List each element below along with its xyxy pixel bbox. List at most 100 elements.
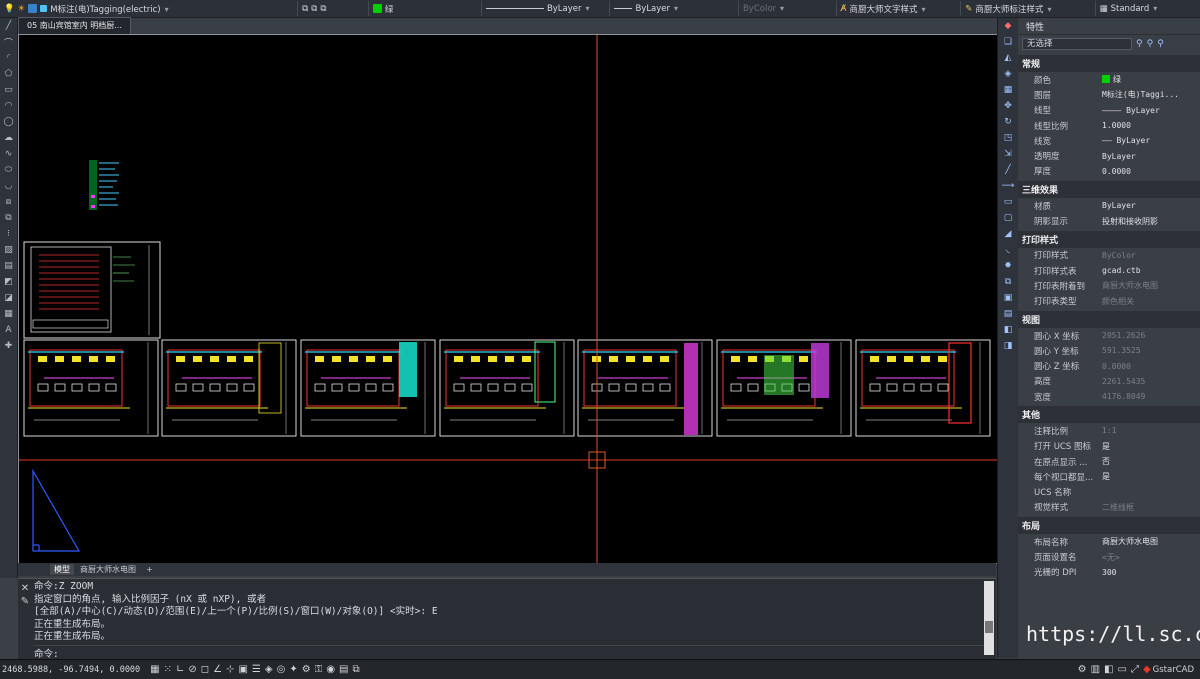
property-value[interactable]: 绿	[1102, 74, 1200, 85]
property-row[interactable]: 注释比例 1:1	[1018, 423, 1200, 438]
property-row[interactable]: 圆心 Z 坐标 0.0000	[1018, 358, 1200, 373]
property-row[interactable]: 圆心 X 坐标 2051.2626	[1018, 328, 1200, 343]
table-style-dropdown[interactable]: Standard	[1111, 4, 1158, 14]
anno-icon[interactable]: ✦	[289, 664, 297, 675]
spline-icon[interactable]: ∿	[0, 146, 17, 162]
property-value[interactable]: 1:1	[1102, 426, 1200, 435]
property-value[interactable]: 商厨大师水电图	[1102, 536, 1200, 547]
hardware-icon[interactable]: ▤	[339, 664, 348, 675]
property-value[interactable]: ByLayer	[1102, 152, 1200, 161]
section-title[interactable]: 其他	[1018, 406, 1200, 424]
stretch-icon[interactable]: ⇲	[998, 146, 1018, 162]
ortho-icon[interactable]: ∟	[176, 664, 184, 675]
property-row[interactable]: 打印表附着到 商厨大师水电图	[1018, 278, 1200, 293]
color-dropdown[interactable]: 绿	[385, 3, 394, 15]
layer-control[interactable]: 💡 ☀ M标注(电)Tagging(electric)	[0, 1, 299, 16]
dyn-icon[interactable]: ▣	[238, 664, 247, 675]
property-value[interactable]: ByColor	[1102, 251, 1200, 260]
document-tab[interactable]: 05 南山宾馆室内 明档厨...	[18, 17, 131, 34]
hatch-icon[interactable]: ▨	[0, 242, 17, 258]
property-value[interactable]: 2051.2626	[1102, 331, 1200, 340]
polygon-icon[interactable]: ⬠	[0, 66, 17, 82]
property-row[interactable]: 线型比例 1.0000	[1018, 118, 1200, 133]
add-selected-icon[interactable]: ✚	[0, 338, 17, 354]
text-style-dropdown[interactable]: 商厨大师文字样式	[849, 3, 925, 15]
erase-icon[interactable]: ◆	[998, 18, 1018, 34]
gradient-icon[interactable]: ▤	[0, 258, 17, 274]
property-value[interactable]: 4176.8049	[1102, 392, 1200, 401]
layer-properties-icon[interactable]: ⧉	[311, 4, 317, 14]
property-value[interactable]: gcad.ctb	[1102, 266, 1200, 275]
extend-icon[interactable]: ⟶	[998, 178, 1018, 194]
settings-icon[interactable]: ⚙	[1078, 664, 1087, 675]
rectangle-icon[interactable]: ▭	[0, 82, 17, 98]
property-value[interactable]: <无>	[1102, 552, 1200, 563]
property-row[interactable]: 圆心 Y 坐标 591.3525	[1018, 343, 1200, 358]
point-icon[interactable]: ⁝	[0, 226, 17, 242]
section-title[interactable]: 视图	[1018, 310, 1200, 328]
property-value[interactable]: M标注(电)Taggi...	[1102, 89, 1200, 100]
chamfer-icon[interactable]: ◢	[998, 226, 1018, 242]
fullscreen-icon[interactable]: ⤢	[1131, 664, 1139, 675]
section-title[interactable]: 布局	[1018, 517, 1200, 535]
properties-icon[interactable]: ▤	[998, 306, 1018, 322]
move-icon[interactable]: ✥	[998, 98, 1018, 114]
selection-dropdown[interactable]: 无选择	[1022, 38, 1132, 50]
section-title[interactable]: 打印样式	[1018, 230, 1200, 248]
osnap-icon[interactable]: ◻	[201, 664, 209, 675]
property-value[interactable]: —— ByLayer	[1102, 136, 1200, 145]
property-value[interactable]: 二维线框	[1102, 502, 1200, 513]
draworder-icon[interactable]: ⧉	[998, 274, 1018, 290]
model-tab[interactable]: 模型	[50, 564, 74, 575]
property-value[interactable]: 2261.5435	[1102, 377, 1200, 386]
property-row[interactable]: 颜色 绿	[1018, 72, 1200, 87]
ellipse-icon[interactable]: ⬭	[0, 162, 17, 178]
command-scrollbar[interactable]	[984, 581, 994, 655]
layer-match-icon[interactable]: ⧉	[320, 4, 326, 14]
property-value[interactable]: 投射和接收阴影	[1102, 216, 1200, 227]
trim-icon[interactable]: ╱	[998, 162, 1018, 178]
isolate-icon[interactable]: ◉	[326, 664, 335, 675]
polar-icon[interactable]: ⊘	[188, 664, 196, 675]
property-row[interactable]: 打印样式表 gcad.ctb	[1018, 263, 1200, 278]
scale-list-icon[interactable]: ◧	[1104, 664, 1113, 675]
fillet-icon[interactable]: ◟	[998, 242, 1018, 258]
linetype-control[interactable]: ByLayer	[482, 1, 611, 16]
mirror-icon[interactable]: ◭	[998, 50, 1018, 66]
property-row[interactable]: 材质 ByLayer	[1018, 198, 1200, 213]
rotate-icon[interactable]: ↻	[998, 114, 1018, 130]
property-value[interactable]: 591.3525	[1102, 346, 1200, 355]
property-row[interactable]: 视觉样式 二维线框	[1018, 500, 1200, 515]
quick-select-icon[interactable]: ⚲	[1136, 39, 1143, 49]
property-row[interactable]: 光栅的 DPI 300	[1018, 565, 1200, 580]
property-row[interactable]: 线宽 —— ByLayer	[1018, 133, 1200, 148]
array-icon[interactable]: ▦	[998, 82, 1018, 98]
select-objects-icon[interactable]: ⚲	[1147, 39, 1154, 49]
line-icon[interactable]: ╱	[0, 18, 17, 34]
property-row[interactable]: UCS 名称	[1018, 485, 1200, 500]
close-icon[interactable]: ✕	[18, 583, 32, 594]
property-value[interactable]: ByLayer	[1102, 201, 1200, 210]
lineweight-icon[interactable]: ☰	[252, 664, 261, 675]
property-row[interactable]: 在原点显示 ... 否	[1018, 454, 1200, 469]
arc-icon[interactable]: ◜	[0, 50, 17, 66]
property-row[interactable]: 页面设置名 <无>	[1018, 549, 1200, 564]
mtext-icon[interactable]: A	[0, 322, 17, 338]
polyline-icon[interactable]: ⌒	[0, 34, 17, 50]
revcloud-icon[interactable]: ☁	[0, 130, 17, 146]
property-row[interactable]: 线型 ———— ByLayer	[1018, 103, 1200, 118]
property-row[interactable]: 宽度 4176.8049	[1018, 389, 1200, 404]
edit-icon[interactable]: ▣	[998, 290, 1018, 306]
property-row[interactable]: 打印表类型 颜色相关	[1018, 294, 1200, 309]
linetype-dropdown[interactable]: ByLayer	[547, 4, 590, 14]
dim-style-control[interactable]: ✎ 商厨大师标注样式	[961, 1, 1096, 16]
pencil-icon[interactable]: ✎	[18, 596, 32, 607]
arc2-icon[interactable]: ◠	[0, 98, 17, 114]
circle-icon[interactable]: ◯	[0, 114, 17, 130]
clean-screen-icon[interactable]: ⧉	[353, 664, 360, 675]
drawing-canvas[interactable]	[18, 34, 998, 564]
lineweight-dropdown[interactable]: ByLayer	[635, 4, 678, 14]
layer-states-icon[interactable]: ⧉	[302, 4, 308, 14]
otrack-icon[interactable]: ∠	[213, 664, 222, 675]
layout-icon[interactable]: ▥	[1091, 664, 1100, 675]
